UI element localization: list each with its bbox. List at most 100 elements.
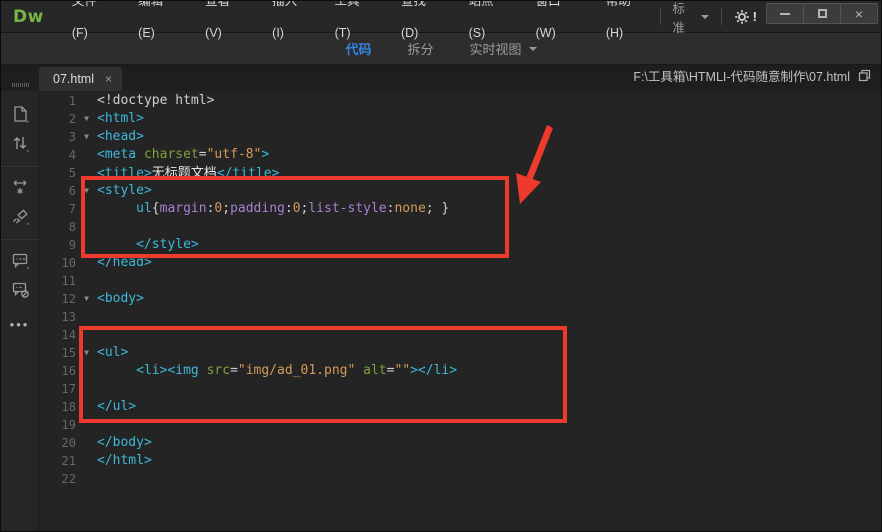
file-path: F:\工具箱\HTMLI-代码随意制作\07.html — [633, 66, 850, 85]
line-number: 2 — [39, 110, 76, 128]
code-line-7[interactable]: 7 ul{margin:0;padding:0;list-style:none;… — [39, 200, 881, 218]
coding-toolbar: ••• — [1, 91, 39, 532]
fold-gutter — [76, 272, 97, 290]
menu-view[interactable]: 查看(V) — [191, 0, 258, 49]
minimize-icon — [780, 13, 790, 15]
code-line-21[interactable]: 21</html> — [39, 452, 881, 470]
line-number: 6 — [39, 182, 76, 200]
menu-insert[interactable]: 插入(I) — [258, 0, 320, 49]
settings-button[interactable]: ! — [734, 9, 757, 25]
code-line-12[interactable]: 12▼<body> — [39, 290, 881, 308]
word-wrap-icon[interactable] — [7, 174, 33, 200]
menu-tools[interactable]: 工具(T) — [321, 0, 387, 49]
toolbar-divider — [1, 166, 39, 167]
main-area: ••• 1<!doctype html>2▼<html>3▼<head>4<me… — [1, 91, 881, 532]
code-text: </style> — [97, 236, 199, 254]
code-line-10[interactable]: 10</head> — [39, 254, 881, 272]
code-line-8[interactable]: 8 — [39, 218, 881, 236]
code-text: <li><img src="img/ad_01.png" alt=""></li… — [97, 362, 457, 380]
minimize-button[interactable] — [767, 4, 804, 23]
line-number: 17 — [39, 380, 76, 398]
collapse-expand-icon[interactable] — [7, 130, 33, 156]
code-editor[interactable]: 1<!doctype html>2▼<html>3▼<head>4<meta c… — [39, 91, 881, 532]
code-text: </html> — [97, 452, 152, 470]
more-options-icon[interactable]: ••• — [10, 317, 30, 332]
tab-close-icon[interactable]: × — [105, 73, 112, 85]
fold-gutter — [76, 236, 97, 254]
fold-arrow-icon[interactable]: ▼ — [76, 110, 97, 128]
fold-arrow-icon[interactable]: ▼ — [76, 344, 97, 362]
fold-gutter — [76, 362, 97, 380]
fold-arrow-icon[interactable]: ▼ — [76, 182, 97, 200]
line-number: 14 — [39, 326, 76, 344]
code-line-19[interactable]: 19 — [39, 416, 881, 434]
close-icon: × — [855, 7, 863, 21]
menu-site[interactable]: 站点(S) — [455, 0, 522, 49]
tab-07-html[interactable]: 07.html × — [39, 67, 122, 91]
line-number: 1 — [39, 92, 76, 110]
code-line-2[interactable]: 2▼<html> — [39, 110, 881, 128]
workspace-selector[interactable]: 标准 — [672, 0, 708, 36]
gear-icon — [734, 9, 750, 25]
titlebar-right: 标准 ! — [660, 0, 757, 36]
line-number: 22 — [39, 470, 76, 488]
apply-comment-icon[interactable] — [7, 247, 33, 273]
open-documents-icon[interactable] — [7, 101, 33, 127]
line-number: 11 — [39, 272, 76, 290]
fold-gutter — [76, 452, 97, 470]
title-bar: Dw 文件(F)编辑(E)查看(V)插入(I)工具(T)查找(D)站点(S)窗口… — [1, 1, 881, 33]
fold-gutter — [76, 254, 97, 272]
fold-gutter — [76, 326, 97, 344]
code-line-17[interactable]: 17 — [39, 380, 881, 398]
code-line-9[interactable]: 9 </style> — [39, 236, 881, 254]
titlebar-divider — [660, 8, 661, 25]
menu-find[interactable]: 查找(D) — [387, 0, 455, 49]
code-line-4[interactable]: 4<meta charset="utf-8"> — [39, 146, 881, 164]
sidebar-grip[interactable] — [1, 83, 39, 91]
line-number: 5 — [39, 164, 76, 182]
toolbar-divider — [1, 239, 39, 240]
code-line-18[interactable]: 18 </ul> — [39, 398, 881, 416]
float-panel-icon[interactable] — [858, 69, 871, 82]
code-line-22[interactable]: 22 — [39, 470, 881, 488]
code-text: <style> — [97, 182, 152, 200]
line-number: 19 — [39, 416, 76, 434]
code-text: <html> — [97, 110, 144, 128]
code-line-1[interactable]: 1<!doctype html> — [39, 92, 881, 110]
menubar: 文件(F)编辑(E)查看(V)插入(I)工具(T)查找(D)站点(S)窗口(W)… — [58, 0, 660, 49]
dreamweaver-logo: Dw — [13, 7, 44, 27]
code-text: </body> — [97, 434, 152, 452]
fold-arrow-icon[interactable]: ▼ — [76, 128, 97, 146]
format-source-icon[interactable] — [7, 203, 33, 229]
remove-comment-icon[interactable] — [7, 276, 33, 302]
code-text: <head> — [97, 128, 144, 146]
code-line-13[interactable]: 13 — [39, 308, 881, 326]
code-line-15[interactable]: 15▼<ul> — [39, 344, 881, 362]
menu-window[interactable]: 窗口(W) — [522, 0, 592, 49]
fold-gutter — [76, 200, 97, 218]
file-path-area: F:\工具箱\HTMLI-代码随意制作\07.html — [633, 66, 881, 91]
code-line-16[interactable]: 16 <li><img src="img/ad_01.png" alt=""><… — [39, 362, 881, 380]
fold-gutter — [76, 146, 97, 164]
line-number: 9 — [39, 236, 76, 254]
code-line-11[interactable]: 11 — [39, 272, 881, 290]
chevron-down-icon — [701, 15, 709, 19]
grip-dots-icon — [12, 83, 29, 87]
close-button[interactable]: × — [841, 4, 877, 23]
menu-help[interactable]: 帮助(H) — [592, 0, 660, 49]
code-line-20[interactable]: 20</body> — [39, 434, 881, 452]
code-text: <title>无标题文档</title> — [97, 164, 279, 182]
menu-edit[interactable]: 编辑(E) — [124, 0, 191, 49]
code-text: </ul> — [97, 398, 136, 416]
line-number: 8 — [39, 218, 76, 236]
code-line-5[interactable]: 5 <title>无标题文档</title> — [39, 164, 881, 182]
fold-arrow-icon[interactable]: ▼ — [76, 290, 97, 308]
maximize-button[interactable] — [804, 4, 841, 23]
fold-gutter — [76, 416, 97, 434]
code-line-14[interactable]: 14 — [39, 326, 881, 344]
line-number: 10 — [39, 254, 76, 272]
code-line-6[interactable]: 6▼<style> — [39, 182, 881, 200]
menu-file[interactable]: 文件(F) — [58, 0, 124, 49]
line-number: 18 — [39, 398, 76, 416]
code-line-3[interactable]: 3▼<head> — [39, 128, 881, 146]
